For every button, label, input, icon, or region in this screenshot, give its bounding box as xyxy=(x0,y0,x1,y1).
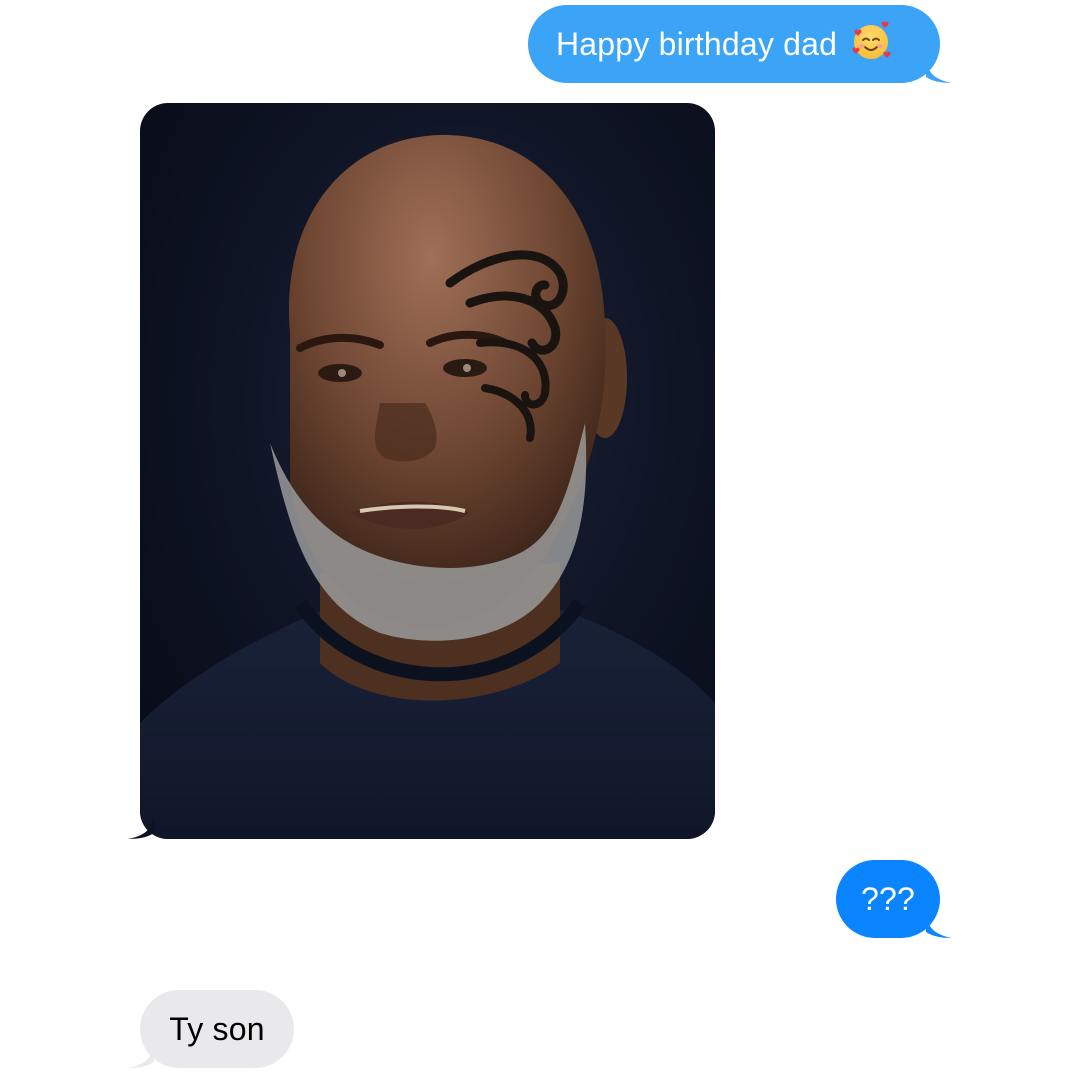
message-text: Ty son xyxy=(169,1011,265,1047)
sent-message-bubble[interactable]: ??? xyxy=(836,860,952,938)
bubble-tail xyxy=(926,914,952,938)
bubble-tail xyxy=(128,815,154,839)
message-text: Happy birthday dad xyxy=(556,26,838,62)
received-message-bubble[interactable]: Ty son xyxy=(128,990,294,1068)
photo-frame xyxy=(140,103,715,839)
received-photo-bubble[interactable] xyxy=(128,103,715,839)
smiling-face-with-hearts-icon xyxy=(849,19,893,63)
message-thread: Happy birthday dad ??? Ty son xyxy=(0,0,1080,1080)
bubble-tail xyxy=(926,59,952,83)
message-text: ??? xyxy=(861,881,915,917)
sent-message-bubble[interactable]: Happy birthday dad xyxy=(528,5,952,83)
bubble-tail xyxy=(128,1044,154,1068)
portrait-photo xyxy=(140,134,715,839)
